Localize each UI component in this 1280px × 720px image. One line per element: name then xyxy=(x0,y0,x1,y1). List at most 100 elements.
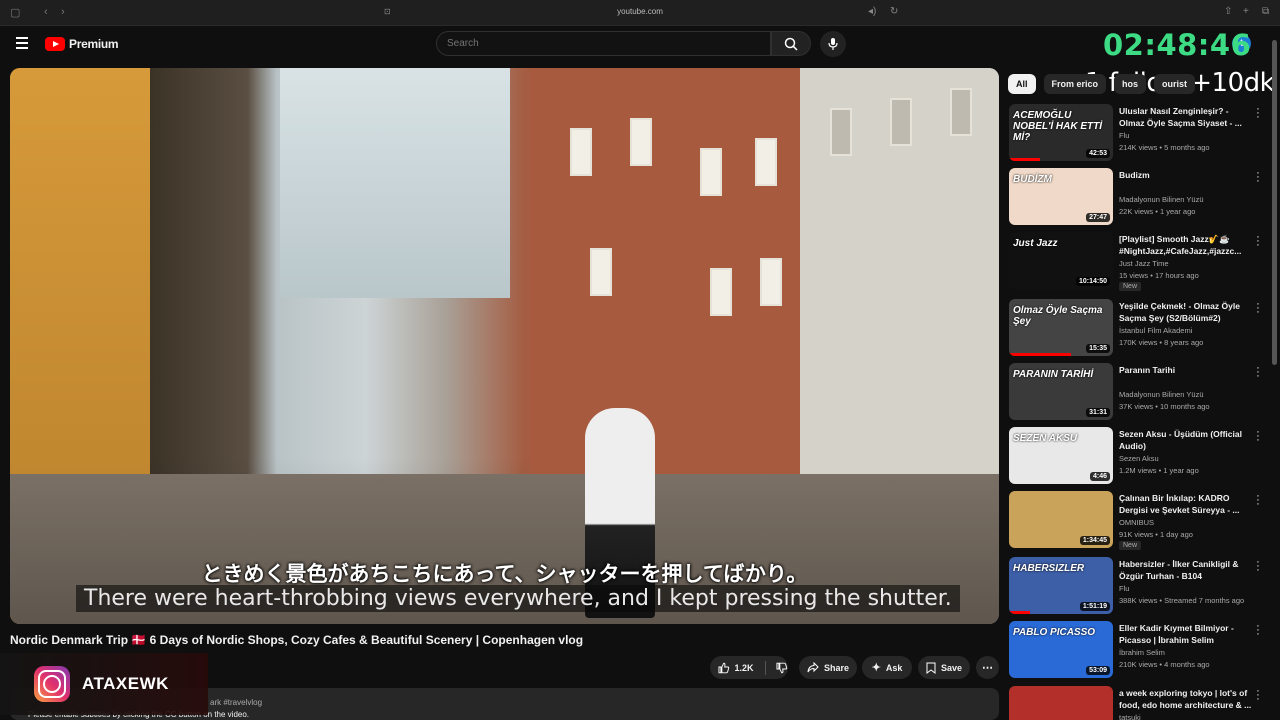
channel-name[interactable]: tatsuki xyxy=(1119,713,1141,720)
recommendation-title[interactable]: Uluslar Nasıl Zenginleşir? - Olmaz Öyle … xyxy=(1119,105,1253,129)
like-count[interactable]: 1.2K xyxy=(735,663,754,673)
sidebar-toggle-icon[interactable]: ▢ xyxy=(10,6,20,19)
recommendation-thumbnail[interactable] xyxy=(1009,686,1113,720)
recommendation-title[interactable]: Paranın Tarihi xyxy=(1119,364,1253,376)
more-actions-button[interactable]: ⋯ xyxy=(976,656,999,679)
share-button[interactable]: Share xyxy=(799,656,857,679)
duration-badge: 4:46 xyxy=(1089,472,1110,481)
window xyxy=(570,128,592,176)
recommendation-title[interactable]: Habersizler - İlker Canikligil & Özgür T… xyxy=(1119,558,1253,582)
recommendation-thumbnail[interactable]: BUDİZM 27:47 xyxy=(1009,168,1113,225)
ask-button[interactable]: ✦ Ask xyxy=(862,656,912,679)
search-input[interactable] xyxy=(437,32,770,55)
share-icon xyxy=(807,662,819,673)
tabs-icon[interactable]: ⧉ xyxy=(1262,6,1269,17)
chip-all[interactable]: All xyxy=(1008,74,1036,94)
view-meta: 91K views • 1 day ago xyxy=(1119,530,1193,539)
chip-from-channel[interactable]: From erico xyxy=(1043,74,1107,94)
recommendation-item[interactable]: a week exploring tokyo | lot's of food, … xyxy=(1009,686,1271,720)
recommendation-thumbnail[interactable]: Just Jazz 10:14:50 xyxy=(1009,232,1113,289)
chip-related[interactable]: hos xyxy=(1114,74,1147,94)
more-options-icon[interactable]: · · · xyxy=(1253,299,1263,318)
address-bar[interactable]: youtube.com xyxy=(560,7,720,16)
recommendation-item[interactable]: SEZEN AKSU 4:46 Sezen Aksu - Üşüdüm (Offic… xyxy=(1009,427,1271,485)
recommendation-item[interactable]: 1:34:45 Çalınan Bir İnkılap: KADRO Dergis… xyxy=(1009,491,1271,550)
thumbnail-text: ACEMOĞLU NOBEL'İ HAK ETTİ Mİ? xyxy=(1013,110,1103,143)
thumbnail-text: SEZEN AKSU xyxy=(1013,433,1078,444)
video-frame-sky xyxy=(280,68,510,298)
window xyxy=(700,148,722,196)
duration-badge: 42:53 xyxy=(1086,149,1110,158)
channel-name[interactable]: OMNIBUS xyxy=(1119,518,1154,527)
recommendation-thumbnail[interactable]: HABERSIZLER 1:51:19 xyxy=(1009,557,1113,614)
logo-text: Premium xyxy=(69,37,119,51)
new-tab-icon[interactable]: + xyxy=(1243,6,1249,17)
more-options-icon[interactable]: · · · xyxy=(1253,686,1263,705)
channel-name[interactable]: Madalyonun Bilinen Yüzü xyxy=(1119,390,1204,399)
youtube-logo[interactable]: Premium xyxy=(45,36,119,52)
search-button[interactable] xyxy=(771,31,811,56)
recommendation-title[interactable]: Yeşilde Çekmek! - Olmaz Öyle Saçma Şey (… xyxy=(1119,300,1253,324)
channel-name[interactable]: İbrahim Selim xyxy=(1119,648,1165,657)
channel-name[interactable]: Just Jazz Time xyxy=(1119,259,1169,268)
recommendation-item[interactable]: ACEMOĞLU NOBEL'İ HAK ETTİ Mİ? 42:53 Ulusla… xyxy=(1009,104,1271,162)
like-icon[interactable] xyxy=(718,662,730,674)
recommendation-thumbnail[interactable]: SEZEN AKSU 4:46 xyxy=(1009,427,1113,484)
share-icon[interactable]: ⇧ xyxy=(1224,6,1232,17)
voice-search-button[interactable] xyxy=(820,31,846,57)
forward-icon[interactable]: › xyxy=(61,6,65,18)
recommendation-item[interactable]: Just Jazz 10:14:50 [Playlist] Smooth Jazz🎷… xyxy=(1009,232,1271,291)
recommendation-title[interactable]: Budizm xyxy=(1119,169,1253,181)
window xyxy=(630,118,652,166)
scrollbar[interactable] xyxy=(1272,40,1277,365)
recommendation-thumbnail[interactable]: 1:34:45 xyxy=(1009,491,1113,548)
view-meta: 170K views • 8 years ago xyxy=(1119,338,1204,347)
recommendation-title[interactable]: [Playlist] Smooth Jazz🎷☕ #NightJazz,#Caf… xyxy=(1119,233,1253,257)
bookmark-icon xyxy=(926,662,936,674)
more-options-icon[interactable]: · · · xyxy=(1253,621,1263,640)
window xyxy=(755,138,777,186)
watch-progress-bar xyxy=(1009,611,1030,614)
more-options-icon[interactable]: · · · xyxy=(1253,168,1263,187)
channel-name[interactable]: Flu xyxy=(1119,584,1129,593)
channel-name[interactable]: Madalyonun Bilinen Yüzü xyxy=(1119,195,1204,204)
stream-clock: 02:48:46 xyxy=(1103,28,1252,62)
more-options-icon[interactable]: · · · xyxy=(1253,104,1263,123)
search-box[interactable] xyxy=(436,31,771,56)
audio-icon[interactable]: ◂) xyxy=(868,6,876,17)
save-label: Save xyxy=(940,662,963,673)
menu-icon[interactable] xyxy=(16,37,28,49)
back-icon[interactable]: ‹ xyxy=(44,6,48,18)
recommendation-title[interactable]: Sezen Aksu - Üşüdüm (Official Audio) xyxy=(1119,428,1253,452)
recommendation-thumbnail[interactable]: Olmaz Öyle Saçma Şey 15:35 xyxy=(1009,299,1113,356)
channel-name[interactable]: Flu xyxy=(1119,131,1129,140)
recommendation-thumbnail[interactable]: PABLO PICASSO 53:09 xyxy=(1009,621,1113,678)
more-options-icon[interactable]: · · · xyxy=(1253,491,1263,510)
chip-tourist[interactable]: ourist xyxy=(1154,74,1196,94)
watch-progress-bar xyxy=(1009,158,1041,161)
recommendation-item[interactable]: PABLO PICASSO 53:09 Eller Kadir Kıymet Bil… xyxy=(1009,621,1271,679)
recommendation-thumbnail[interactable]: PARANIN TARİHİ 31:31 xyxy=(1009,363,1113,420)
recommendation-title[interactable]: Eller Kadir Kıymet Bilmiyor - Picasso | … xyxy=(1119,622,1253,646)
more-options-icon[interactable]: · · · xyxy=(1253,427,1263,446)
recommendation-item[interactable]: HABERSIZLER 1:51:19 Habersizler - İlker Ca… xyxy=(1009,557,1271,615)
more-options-icon[interactable]: · · · xyxy=(1253,363,1263,382)
thumbnail-text: BUDİZM xyxy=(1013,174,1052,185)
filter-chips: All From erico hos ourist xyxy=(1008,74,1196,94)
recommendation-title[interactable]: a week exploring tokyo | lot's of food, … xyxy=(1119,687,1253,711)
reload-icon[interactable]: ↻ xyxy=(890,6,898,17)
recommendation-item[interactable]: PARANIN TARİHİ 31:31 Paranın Tarihi Madalyo… xyxy=(1009,363,1271,421)
recommendation-item[interactable]: Olmaz Öyle Saçma Şey 15:35 Yeşilde Çekmek!… xyxy=(1009,299,1271,357)
recommendation-thumbnail[interactable]: ACEMOĞLU NOBEL'İ HAK ETTİ Mİ? 42:53 xyxy=(1009,104,1113,161)
video-player[interactable]: ときめく景色があちこちにあって、シャッターを押してばかり。 There were… xyxy=(10,68,999,624)
recommendation-item[interactable]: BUDİZM 27:47 Budizm Madalyonun Bilinen Yüzü… xyxy=(1009,168,1271,226)
more-options-icon[interactable]: · · · xyxy=(1253,557,1263,576)
channel-name[interactable]: Sezen Aksu xyxy=(1119,454,1159,463)
dislike-icon[interactable] xyxy=(776,662,788,674)
search-icon xyxy=(784,37,798,51)
description-tags: ark #travelvlog xyxy=(210,698,263,707)
channel-name[interactable]: İstanbul Film Akademi xyxy=(1119,326,1192,335)
more-options-icon[interactable]: · · · xyxy=(1253,232,1263,251)
save-button[interactable]: Save xyxy=(918,656,970,679)
recommendation-title[interactable]: Çalınan Bir İnkılap: KADRO Dergisi ve Şe… xyxy=(1119,492,1253,516)
